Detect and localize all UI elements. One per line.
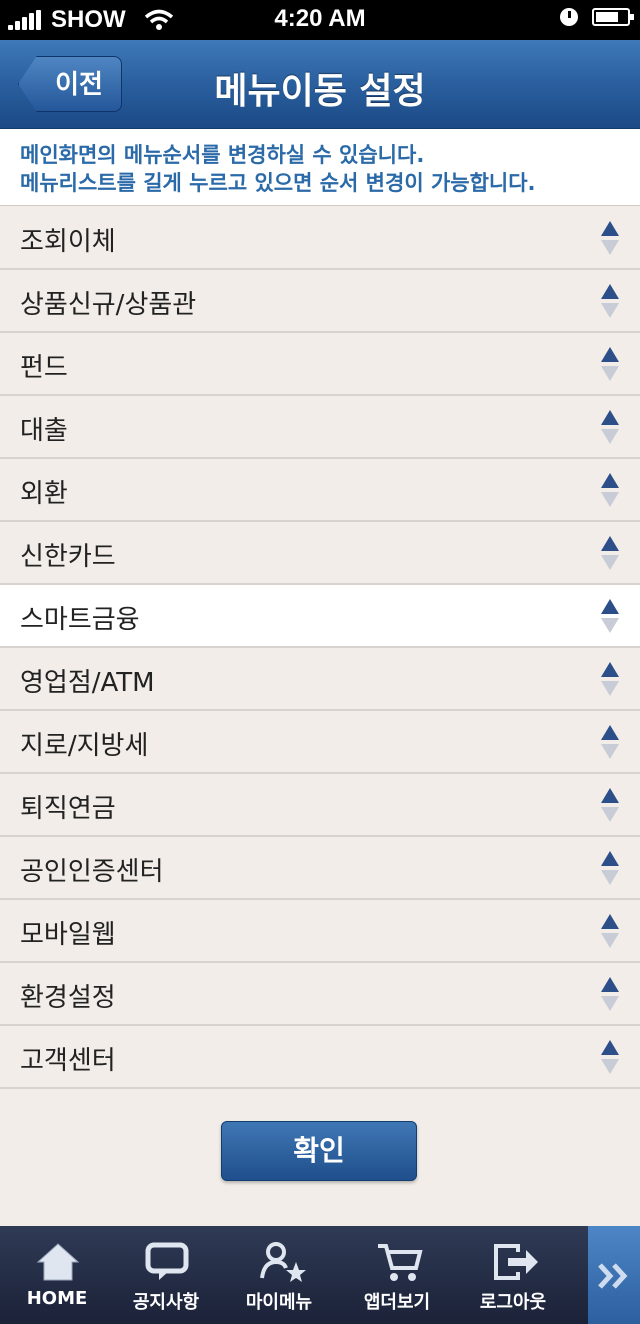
- tab-logout[interactable]: 로그아웃: [456, 1226, 570, 1324]
- tab-app-store[interactable]: 앱더보기: [340, 1226, 454, 1324]
- confirm-button[interactable]: 확인: [221, 1121, 417, 1181]
- page-title: 메뉴이동 설정: [214, 71, 426, 112]
- reorder-handle-icon[interactable]: [601, 536, 619, 570]
- reorder-handle-icon[interactable]: [601, 347, 619, 381]
- reorder-handle-icon[interactable]: [601, 410, 619, 444]
- shopping-cart-icon: [378, 1244, 423, 1281]
- menu-list-item[interactable]: 신한카드: [0, 522, 640, 585]
- more-tabs-button[interactable]: [588, 1226, 640, 1324]
- menu-list-item[interactable]: 영업점/ATM: [0, 648, 640, 711]
- tab-logout-label: 로그아웃: [479, 1292, 547, 1313]
- menu-item-label: 외환: [20, 479, 68, 509]
- menu-list-item[interactable]: 펀드: [0, 333, 640, 396]
- menu-item-label: 모바일웹: [20, 920, 116, 950]
- reorder-handle-icon[interactable]: [601, 788, 619, 822]
- reorder-handle-icon[interactable]: [601, 725, 619, 759]
- reorder-handle-icon[interactable]: [601, 914, 619, 948]
- person-star-icon: [260, 1242, 306, 1282]
- tab-my-menu-label: 마이메뉴: [245, 1292, 313, 1313]
- notice-line-1: 메인화면의 메뉴순서를 변경하실 수 있습니다.: [20, 143, 425, 167]
- menu-list-item[interactable]: 상품신규/상품관: [0, 270, 640, 333]
- menu-list-item[interactable]: 고객센터: [0, 1026, 640, 1089]
- menu-item-label: 지로/지방세: [20, 731, 149, 761]
- tab-home[interactable]: HOME: [0, 1226, 114, 1324]
- menu-list-item[interactable]: 대출: [0, 396, 640, 459]
- speech-bubble-icon: [145, 1242, 189, 1280]
- home-icon: [36, 1243, 80, 1281]
- menu-list-item[interactable]: 퇴직연금: [0, 774, 640, 837]
- reorder-handle-icon[interactable]: [601, 977, 619, 1011]
- menu-item-label: 영업점/ATM: [20, 668, 155, 698]
- reorder-handle-icon[interactable]: [601, 284, 619, 318]
- menu-item-label: 조회이체: [20, 227, 116, 257]
- navigation-bar: 이전 메뉴이동 설정: [0, 40, 640, 129]
- menu-item-label: 펀드: [20, 353, 68, 383]
- menu-item-label: 스마트금융: [20, 605, 140, 635]
- menu-list-item[interactable]: 스마트금융: [0, 585, 640, 648]
- reorder-handle-icon[interactable]: [601, 851, 619, 885]
- reorder-handle-icon[interactable]: [601, 221, 619, 255]
- logout-icon: [494, 1244, 538, 1280]
- reorder-handle-icon[interactable]: [601, 662, 619, 696]
- menu-list-item[interactable]: 공인인증센터: [0, 837, 640, 900]
- menu-item-label: 퇴직연금: [20, 794, 116, 824]
- status-time: 4:20 AM: [274, 5, 366, 32]
- menu-item-label: 공인인증센터: [20, 857, 164, 887]
- status-right: [560, 8, 634, 26]
- reorder-handle-icon[interactable]: [601, 599, 619, 633]
- menu-item-label: 고객센터: [20, 1046, 116, 1076]
- menu-item-label: 신한카드: [20, 542, 116, 572]
- menu-list-item[interactable]: 외환: [0, 459, 640, 522]
- alarm-clock-icon: [560, 8, 578, 26]
- menu-item-label: 상품신규/상품관: [20, 290, 197, 320]
- tab-notice[interactable]: 공지사항: [109, 1226, 223, 1324]
- double-chevron-right-icon: [598, 1263, 628, 1289]
- tab-notice-label: 공지사항: [132, 1292, 200, 1313]
- menu-list-item[interactable]: 환경설정: [0, 963, 640, 1026]
- tab-app-store-label: 앱더보기: [363, 1292, 431, 1313]
- menu-list-item[interactable]: 지로/지방세: [0, 711, 640, 774]
- reorder-handle-icon[interactable]: [601, 473, 619, 507]
- bottom-tab-bar: HOME 공지사항 마이메뉴 앱더보기 로그아웃: [0, 1226, 640, 1324]
- tab-home-label: HOME: [26, 1288, 88, 1309]
- menu-list-item[interactable]: 조회이체: [0, 207, 640, 270]
- menu-item-label: 대출: [20, 416, 68, 446]
- battery-icon: [592, 8, 634, 26]
- instruction-notice: 메인화면의 메뉴순서를 변경하실 수 있습니다. 메뉴리스트를 길게 누르고 있…: [0, 129, 640, 206]
- menu-list-item[interactable]: 모바일웹: [0, 900, 640, 963]
- menu-list: 조회이체상품신규/상품관펀드대출외환신한카드스마트금융영업점/ATM 지로/지방세…: [0, 207, 640, 1089]
- menu-item-label: 환경설정: [20, 983, 116, 1013]
- status-bar: SHOW 4:20 AM: [0, 0, 640, 40]
- tab-my-menu[interactable]: 마이메뉴: [222, 1226, 336, 1324]
- notice-line-2: 메뉴리스트를 길게 누르고 있으면 순서 변경이 가능합니다.: [20, 171, 536, 195]
- reorder-handle-icon[interactable]: [601, 1040, 619, 1074]
